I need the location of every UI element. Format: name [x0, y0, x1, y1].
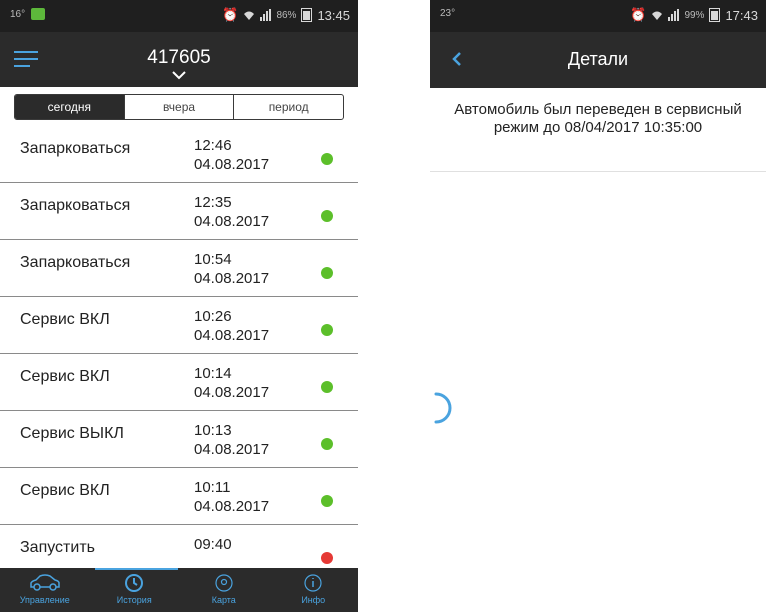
wifi-icon — [652, 11, 663, 20]
event-date: 04.08.2017 — [194, 156, 270, 173]
event-time: 09:40 — [194, 536, 232, 553]
segment-period[interactable]: период — [233, 95, 343, 119]
alarm-icon: ⏰ — [222, 7, 239, 22]
list-item[interactable]: Запарковаться 12:35 04.08.2017 — [0, 183, 358, 240]
event-date: 04.08.2017 — [194, 441, 270, 458]
list-item[interactable]: Запарковаться 12:46 04.08.2017 — [0, 126, 358, 183]
map-pin-icon — [215, 574, 233, 592]
battery-percent: 86% — [276, 9, 297, 21]
segment-yesterday[interactable]: вчера — [123, 95, 234, 119]
list-item[interactable]: Сервис ВЫКЛ 10:13 04.08.2017 — [0, 411, 358, 468]
status-dot — [321, 324, 333, 336]
tab-label: Карта — [211, 595, 236, 605]
tab-map[interactable]: Карта — [179, 568, 269, 612]
event-name: Запарковаться — [20, 254, 131, 271]
segment-today[interactable]: сегодня — [15, 95, 124, 119]
temperature-text: 16° — [10, 8, 26, 20]
tab-label: Управление — [19, 595, 70, 605]
event-name: Сервис ВКЛ — [20, 482, 110, 499]
details-screen: 23° ⏰ 99% 17:43 Детали Автомобиль был пе… — [430, 0, 766, 612]
clock-text: 13:45 — [317, 7, 350, 23]
info-icon — [304, 574, 322, 592]
tab-info[interactable]: Инфо — [269, 568, 359, 612]
battery-icon — [709, 8, 721, 22]
event-name: Запустить — [20, 539, 95, 556]
signal-icon — [260, 9, 272, 21]
event-time: 12:35 — [194, 194, 232, 211]
status-dot — [321, 495, 333, 507]
status-bar: 16° ⏰ 86% 13:45 — [0, 0, 358, 32]
event-name: Сервис ВКЛ — [20, 368, 110, 385]
battery-icon — [301, 8, 313, 22]
list-item[interactable]: Сервис ВКЛ 10:11 04.08.2017 — [0, 468, 358, 525]
status-dot — [321, 210, 333, 222]
event-date: 04.08.2017 — [194, 498, 270, 515]
event-time: 10:26 — [194, 308, 232, 325]
event-time: 10:13 — [194, 422, 232, 439]
tab-label: Инфо — [301, 595, 326, 605]
bottom-tab-bar: Управление История Карта Инфо — [0, 568, 358, 612]
status-dot — [321, 381, 333, 393]
event-name: Запарковаться — [20, 197, 131, 214]
app-toolbar: Детали — [430, 32, 766, 88]
detail-message: Автомобиль был переведен в сервисный реж… — [430, 88, 766, 172]
page-title: Детали — [567, 49, 629, 69]
list-item[interactable]: Запарковаться 10:54 04.08.2017 — [0, 240, 358, 297]
status-dot — [321, 438, 333, 450]
event-time: 10:14 — [194, 365, 232, 382]
list-item[interactable]: Сервис ВКЛ 10:26 04.08.2017 — [0, 297, 358, 354]
alarm-icon: ⏰ — [630, 7, 647, 22]
event-name: Сервис ВКЛ — [20, 311, 110, 328]
status-dot — [321, 267, 333, 279]
event-time: 12:46 — [194, 137, 232, 154]
tab-label: История — [116, 595, 152, 605]
wifi-icon — [244, 11, 255, 20]
signal-icon — [668, 9, 680, 21]
event-list: Запарковаться 12:46 04.08.2017 Запарковат… — [0, 126, 358, 582]
clock-text: 17:43 — [725, 7, 758, 23]
event-time: 10:54 — [194, 251, 232, 268]
history-screen: 16° ⏰ 86% 13:45 417605 сегодня вчера пер… — [0, 0, 358, 612]
event-date: 04.08.2017 — [194, 213, 270, 230]
temperature-text: 23° — [440, 8, 456, 19]
vehicle-id-title[interactable]: 417605 — [0, 47, 358, 69]
loading-spinner-icon — [434, 392, 452, 424]
app-notification-icon — [31, 8, 46, 20]
status-dot — [321, 153, 333, 165]
event-time: 10:11 — [194, 479, 231, 496]
list-item[interactable]: Сервис ВКЛ 10:14 04.08.2017 — [0, 354, 358, 411]
status-dot — [321, 552, 333, 564]
chevron-down-icon[interactable] — [171, 70, 187, 80]
event-date: 04.08.2017 — [194, 270, 270, 287]
event-name: Запарковаться — [20, 140, 131, 157]
battery-percent: 99% — [684, 9, 705, 21]
period-selector: сегодня вчера период — [14, 94, 344, 120]
tab-history[interactable]: История — [90, 568, 180, 612]
tab-control[interactable]: Управление — [0, 568, 90, 612]
event-date: 04.08.2017 — [194, 384, 270, 401]
app-toolbar: 417605 — [0, 32, 358, 87]
car-icon — [30, 574, 60, 591]
status-bar: 23° ⏰ 99% 17:43 — [430, 0, 766, 32]
event-date: 04.08.2017 — [194, 327, 270, 344]
history-icon — [125, 574, 144, 592]
event-name: Сервис ВЫКЛ — [20, 425, 124, 442]
